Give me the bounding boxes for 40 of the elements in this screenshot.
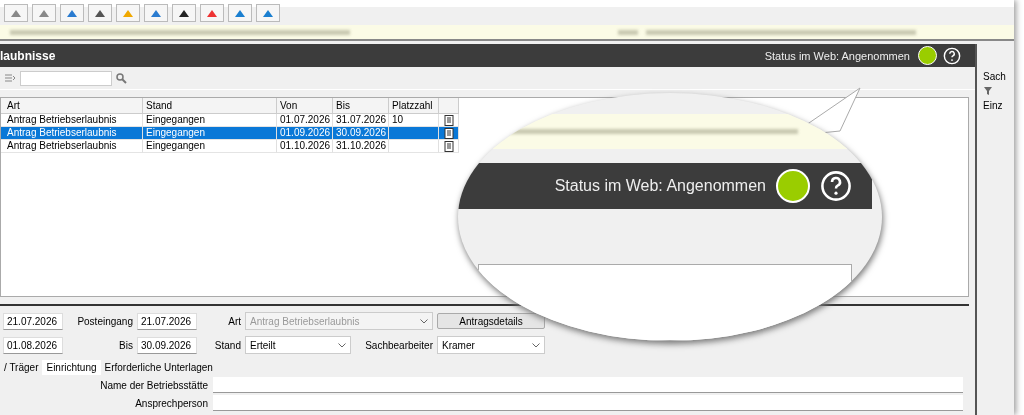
date-field[interactable]: 21.07.2026	[137, 312, 197, 330]
column-header[interactable]: Von	[277, 98, 333, 114]
date-field[interactable]: 01.08.2026	[3, 336, 63, 354]
panel-title: laubnisse	[0, 48, 57, 63]
field-label: Name der Betriebsstätte	[99, 379, 208, 391]
status-text: Status im Web: Angenommen	[764, 49, 910, 62]
table-cell: 31.07.2026	[333, 114, 389, 127]
table-cell: Eingegangen	[143, 114, 277, 127]
details-button[interactable]: Antragsdetails	[437, 313, 545, 329]
status-dropdown[interactable]: Erteilt	[245, 336, 351, 354]
status-text: Status im Web: Angenommen	[554, 177, 766, 196]
field-label: Bis	[118, 339, 133, 351]
tab[interactable]: / Träger	[0, 360, 43, 375]
column-header[interactable]: Bis	[333, 98, 389, 114]
column-header[interactable]: Stand	[143, 98, 277, 114]
field-label: Ansprechperson	[134, 397, 208, 409]
table-cell: 01.07.2026	[277, 114, 333, 127]
table-cell: Antrag Betriebserlaubnis	[4, 114, 143, 127]
field-label: Art	[227, 315, 241, 327]
table-cell: Eingegangen	[143, 127, 277, 140]
date-field[interactable]: 30.09.2026	[137, 336, 197, 354]
table-cell: 10	[389, 114, 439, 127]
side-panel-title: Sach	[983, 71, 1007, 82]
table-cell: 01.10.2026	[277, 140, 333, 153]
tab[interactable]: Erforderliche Unterlagen	[100, 360, 217, 375]
table-cell: Antrag Betriebserlaubnis	[4, 127, 143, 140]
field-label: Stand	[213, 339, 241, 351]
column-header[interactable]: Art	[4, 98, 143, 114]
column-header[interactable]: Platzzahl	[389, 98, 439, 114]
tab[interactable]: Einrichtung	[42, 360, 101, 375]
column-header[interactable]: Einz	[983, 100, 1014, 111]
date-field[interactable]: 21.07.2026	[3, 312, 63, 330]
clerk-dropdown[interactable]: Kramer	[437, 336, 545, 354]
table-cell: 30.09.2026	[333, 127, 389, 140]
table-cell: Antrag Betriebserlaubnis	[4, 140, 143, 153]
table-cell: 31.10.2026	[333, 140, 389, 153]
field-label: Posteingang	[76, 315, 133, 327]
table-cell: Eingegangen	[143, 140, 277, 153]
field-label: Sachbearbeiter	[364, 339, 433, 351]
table-cell: 01.09.2026	[277, 127, 333, 140]
